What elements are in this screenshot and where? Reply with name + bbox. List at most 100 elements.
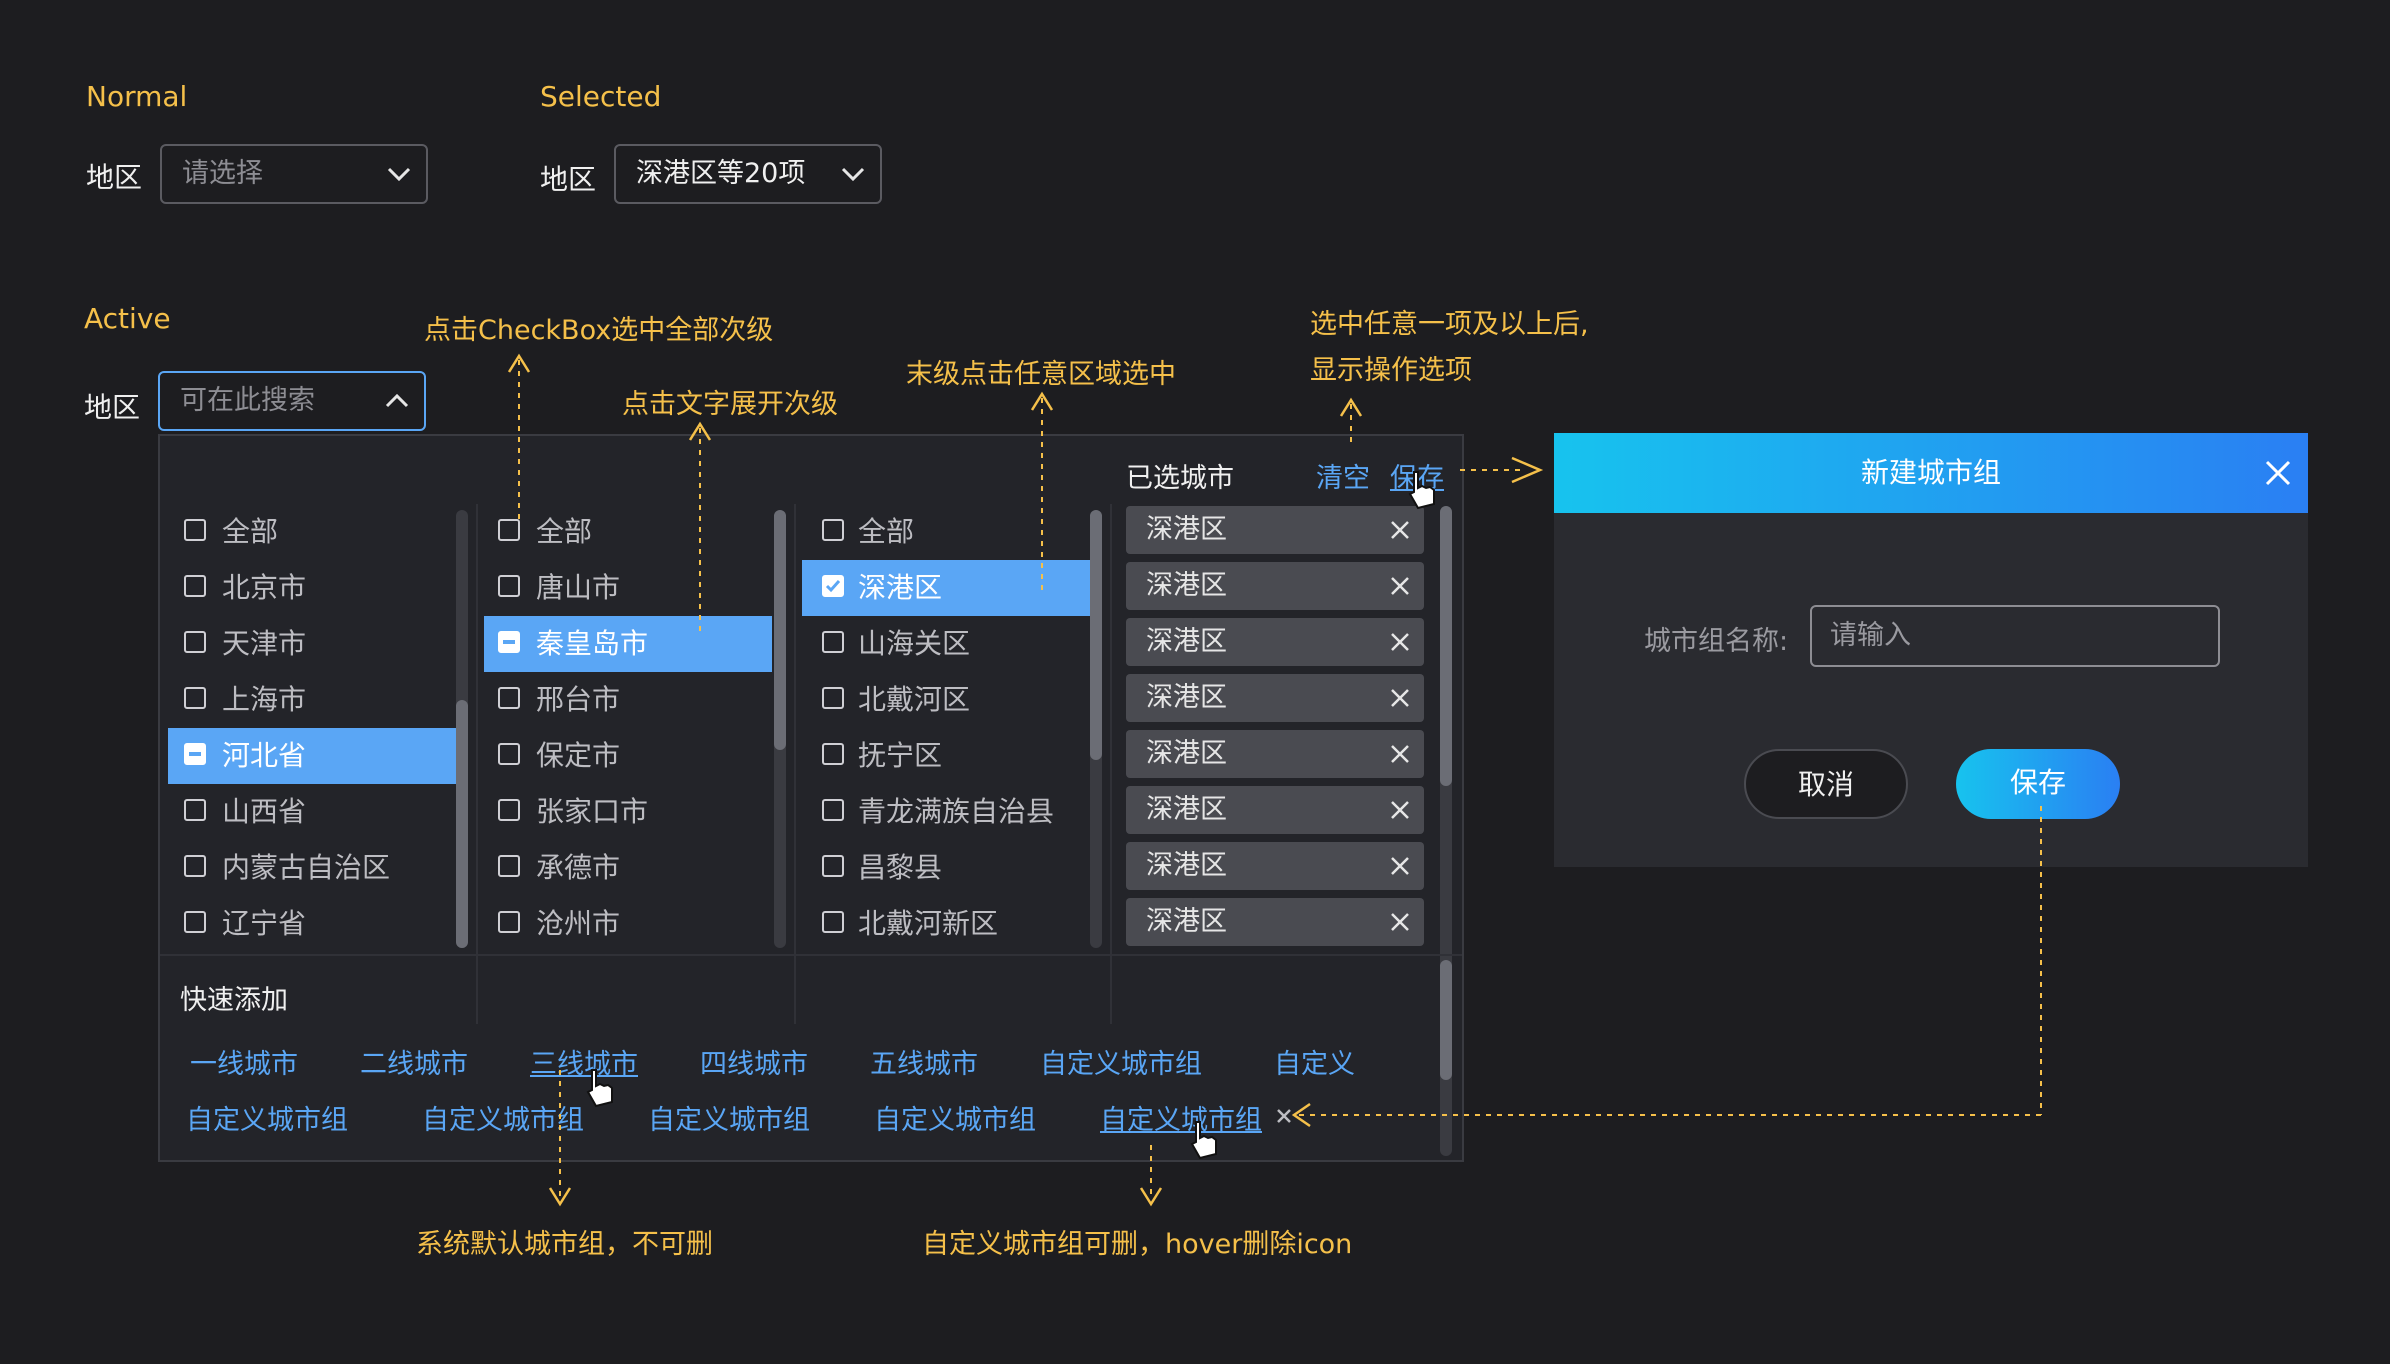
checkbox[interactable] — [184, 855, 206, 877]
list-item[interactable]: 天津市 — [168, 616, 456, 672]
quick-add-link[interactable]: 自定义城市组 — [422, 1098, 584, 1137]
scrollbar[interactable] — [774, 510, 786, 948]
select-placeholder: 请选择 — [182, 158, 263, 189]
list-item[interactable]: 全部 — [168, 504, 456, 560]
check-icon — [825, 580, 841, 593]
list-item[interactable]: 保定市 — [484, 728, 772, 784]
region-select-normal[interactable]: 请选择 — [160, 144, 428, 204]
region-search-input[interactable]: 可在此搜索 — [158, 371, 426, 431]
checkbox[interactable] — [498, 855, 520, 877]
checkbox[interactable] — [498, 911, 520, 933]
checkbox-indeterminate[interactable] — [184, 743, 206, 765]
scrollbar-thumb[interactable] — [1440, 506, 1452, 786]
chevron-down-icon — [387, 167, 411, 182]
close-icon[interactable] — [1388, 854, 1412, 878]
list-item-selected[interactable]: 深港区 — [802, 560, 1090, 616]
list-item[interactable]: 全部 — [802, 504, 1090, 560]
scrollbar[interactable] — [456, 510, 468, 948]
list-item[interactable]: 上海市 — [168, 672, 456, 728]
checkbox[interactable] — [822, 911, 844, 933]
close-icon[interactable] — [2264, 459, 2292, 487]
close-icon[interactable] — [1388, 910, 1412, 934]
list-item[interactable]: 承德市 — [484, 840, 772, 896]
close-icon[interactable] — [1388, 574, 1412, 598]
quick-add-link[interactable]: 五线城市 — [870, 1042, 978, 1081]
region-label: 地区 — [84, 391, 141, 424]
quick-add-link[interactable]: 自定义城市组 — [648, 1098, 810, 1137]
quick-add-link-hover[interactable]: 三线城市 — [530, 1042, 638, 1081]
list-item[interactable]: 全部 — [484, 504, 772, 560]
save-button[interactable]: 保存 — [1956, 749, 2120, 819]
cascader-dropdown: 全部 北京市 天津市 上海市 河北省 山西省 内蒙古自治区 辽宁省 全部 唐山市… — [158, 434, 1464, 1162]
checkbox[interactable] — [822, 631, 844, 653]
quick-add-link[interactable]: 一线城市 — [190, 1042, 298, 1081]
list-item[interactable]: 辽宁省 — [168, 896, 456, 952]
list-item[interactable]: 山西省 — [168, 784, 456, 840]
quick-add-link[interactable]: 四线城市 — [700, 1042, 808, 1081]
list-item[interactable]: 抚宁区 — [802, 728, 1090, 784]
scrollbar-thumb[interactable] — [1090, 510, 1102, 760]
scrollbar[interactable] — [1090, 510, 1102, 948]
checkbox[interactable] — [498, 743, 520, 765]
quick-add-link[interactable]: 自定义城市组 — [186, 1098, 348, 1137]
save-selection-button[interactable]: 保存 — [1390, 456, 1444, 495]
checkbox[interactable] — [498, 575, 520, 597]
region-select-selected[interactable]: 深港区等20项 — [614, 144, 882, 204]
cascader-column-city: 全部 唐山市 秦皇岛市 邢台市 保定市 张家口市 承德市 沧州市 — [484, 504, 772, 1024]
checkbox[interactable] — [184, 575, 206, 597]
list-item[interactable]: 内蒙古自治区 — [168, 840, 456, 896]
list-item[interactable]: 唐山市 — [484, 560, 772, 616]
cancel-button[interactable]: 取消 — [1744, 749, 1908, 819]
scrollbar-thumb[interactable] — [774, 510, 786, 750]
checkbox[interactable] — [822, 855, 844, 877]
delete-icon[interactable] — [1274, 1106, 1294, 1126]
list-item[interactable]: 山海关区 — [802, 616, 1090, 672]
selected-tags-list: 深港区 深港区 深港区 深港区 深港区 深港区 深港区 深港区 — [1126, 506, 1424, 1022]
close-icon[interactable] — [1388, 742, 1412, 766]
checkbox[interactable] — [822, 519, 844, 541]
checkbox[interactable] — [822, 799, 844, 821]
quick-add-link[interactable]: 自定义城市组 — [874, 1098, 1036, 1137]
list-item-selected[interactable]: 河北省 — [168, 728, 456, 784]
checkbox[interactable] — [184, 687, 206, 709]
list-item[interactable]: 青龙满族自治县 — [802, 784, 1090, 840]
scrollbar[interactable] — [1440, 506, 1452, 1022]
list-item-selected[interactable]: 秦皇岛市 — [484, 616, 772, 672]
checkbox[interactable] — [184, 631, 206, 653]
scrollbar-thumb[interactable] — [1440, 960, 1452, 1080]
quick-add-link[interactable]: 自定义城市组 — [1040, 1042, 1202, 1081]
list-item[interactable]: 北戴河区 — [802, 672, 1090, 728]
list-item[interactable]: 邢台市 — [484, 672, 772, 728]
checkbox[interactable] — [822, 743, 844, 765]
checkbox[interactable] — [184, 799, 206, 821]
list-item[interactable]: 张家口市 — [484, 784, 772, 840]
state-label-active: Active — [84, 302, 171, 335]
scrollbar-thumb[interactable] — [456, 700, 468, 948]
list-item[interactable]: 北京市 — [168, 560, 456, 616]
checkbox-checked[interactable] — [822, 575, 844, 597]
list-item[interactable]: 沧州市 — [484, 896, 772, 952]
checkbox[interactable] — [822, 687, 844, 709]
close-icon[interactable] — [1388, 798, 1412, 822]
city-group-name-input[interactable]: 请输入 — [1810, 605, 2220, 667]
selected-tag: 深港区 — [1126, 562, 1424, 610]
close-icon[interactable] — [1388, 518, 1412, 542]
selected-tag: 深港区 — [1126, 898, 1424, 946]
search-placeholder: 可在此搜索 — [180, 385, 315, 416]
list-item[interactable]: 昌黎县 — [802, 840, 1090, 896]
list-item[interactable]: 北戴河新区 — [802, 896, 1090, 952]
selected-tag: 深港区 — [1126, 786, 1424, 834]
scrollbar[interactable] — [1440, 960, 1452, 1156]
checkbox[interactable] — [184, 911, 206, 933]
quick-add-link[interactable]: 自定义 — [1274, 1042, 1355, 1081]
checkbox[interactable] — [498, 799, 520, 821]
clear-button[interactable]: 清空 — [1316, 456, 1370, 495]
quick-add-link-hover[interactable]: 自定义城市组 — [1100, 1098, 1262, 1137]
checkbox-indeterminate[interactable] — [498, 631, 520, 653]
checkbox[interactable] — [498, 519, 520, 541]
quick-add-link[interactable]: 二线城市 — [360, 1042, 468, 1081]
checkbox[interactable] — [498, 687, 520, 709]
close-icon[interactable] — [1388, 686, 1412, 710]
checkbox[interactable] — [184, 519, 206, 541]
close-icon[interactable] — [1388, 630, 1412, 654]
